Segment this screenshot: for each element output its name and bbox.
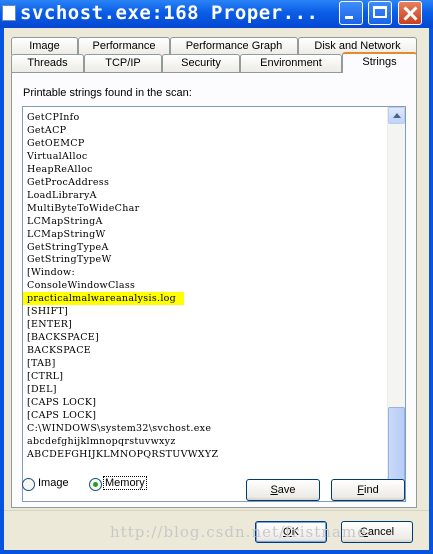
string-row[interactable]: [TAB]: [27, 357, 56, 370]
find-rest: ind: [364, 484, 379, 496]
string-row[interactable]: practicalmalwareanalysis.log: [23, 292, 185, 306]
save-rest: ave: [277, 484, 296, 496]
minimize-button[interactable]: [339, 1, 363, 25]
string-row[interactable]: ABCDEFGHIJKLMNOPQRSTUVWXYZ: [27, 448, 218, 461]
dialog-client-area: Image Performance Performance Graph Disk…: [4, 28, 429, 550]
strings-listbox[interactable]: GetCPInfo GetACP GetOEMCP VirtualAlloc HeapR…: [22, 106, 406, 502]
string-row[interactable]: LoadLibraryA: [27, 189, 97, 202]
separator: [4, 510, 429, 511]
string-row[interactable]: GetStringTypeA: [27, 241, 109, 254]
cancel-button[interactable]: Cancel: [341, 521, 413, 543]
cancel-rest: ancel: [367, 526, 395, 538]
string-row[interactable]: C:\WINDOWS\system32\svchost.exe: [27, 422, 211, 435]
string-row[interactable]: GetOEMCP: [27, 137, 85, 150]
string-row[interactable]: [CTRL]: [27, 370, 63, 383]
string-row[interactable]: [DEL]: [27, 383, 57, 396]
tab-strings[interactable]: Strings: [342, 52, 417, 73]
save-button[interactable]: Save: [246, 479, 320, 501]
close-button[interactable]: [398, 1, 422, 25]
image-radio-label[interactable]: Image: [38, 477, 69, 489]
title-bar[interactable]: svchost.exe:168 Proper...: [0, 0, 433, 28]
memory-radio-label[interactable]: Memory: [103, 476, 147, 490]
image-radio[interactable]: [22, 478, 35, 491]
save-mnemonic: S: [270, 484, 278, 496]
window-title: svchost.exe:168 Proper...: [20, 2, 319, 24]
find-mnemonic: F: [357, 484, 365, 496]
tab-security[interactable]: Security: [162, 54, 240, 72]
tab-environment[interactable]: Environment: [240, 54, 342, 72]
string-row[interactable]: ConsoleWindowClass: [27, 279, 135, 292]
memory-radio[interactable]: [89, 478, 102, 491]
string-row[interactable]: [SHIFT]: [27, 305, 68, 318]
string-row[interactable]: [CAPS LOCK]: [27, 396, 96, 409]
tab-performance[interactable]: Performance: [78, 37, 170, 55]
string-row[interactable]: MultiByteToWideChar: [27, 202, 139, 215]
scrollbar-thumb[interactable]: [388, 407, 405, 482]
string-row[interactable]: GetProcAddress: [27, 176, 109, 189]
string-row[interactable]: HeapReAlloc: [27, 163, 93, 176]
tab-image[interactable]: Image: [11, 37, 78, 55]
tab-performance-graph[interactable]: Performance Graph: [170, 37, 298, 55]
find-button[interactable]: Find: [331, 479, 405, 501]
cancel-mnemonic: C: [359, 526, 368, 538]
string-row[interactable]: [ENTER]: [27, 318, 72, 331]
string-row[interactable]: BACKSPACE: [27, 344, 91, 357]
vertical-scrollbar[interactable]: [387, 107, 405, 501]
string-row[interactable]: GetACP: [27, 124, 66, 137]
string-row[interactable]: LCMapStringA: [27, 215, 103, 228]
string-row[interactable]: abcdefghijklmnopqrstuvwxyz: [27, 435, 176, 448]
string-row[interactable]: GetCPInfo: [27, 111, 80, 124]
window-icon[interactable]: [2, 5, 16, 21]
string-row[interactable]: GetStringTypeW: [27, 253, 112, 266]
maximize-button[interactable]: [368, 1, 392, 25]
string-row[interactable]: [BACKSPACE]: [27, 331, 99, 344]
string-row[interactable]: [Window:: [27, 266, 75, 279]
tab-tcp-ip[interactable]: TCP/IP: [84, 54, 162, 72]
tab-threads[interactable]: Threads: [11, 54, 84, 72]
string-row[interactable]: LCMapStringW: [27, 228, 106, 241]
properties-window: svchost.exe:168 Proper... Image Performa…: [0, 0, 433, 554]
string-row[interactable]: [CAPS LOCK]: [27, 409, 96, 422]
ok-mnemonic: O: [283, 526, 292, 538]
ok-rest: K: [291, 526, 299, 538]
ok-button[interactable]: OK: [255, 521, 327, 543]
string-row[interactable]: VirtualAlloc: [27, 150, 88, 163]
strings-panel: Printable strings found in the scan: Get…: [11, 72, 417, 508]
scroll-up-button[interactable]: [388, 107, 405, 124]
panel-label: Printable strings found in the scan:: [23, 87, 192, 99]
